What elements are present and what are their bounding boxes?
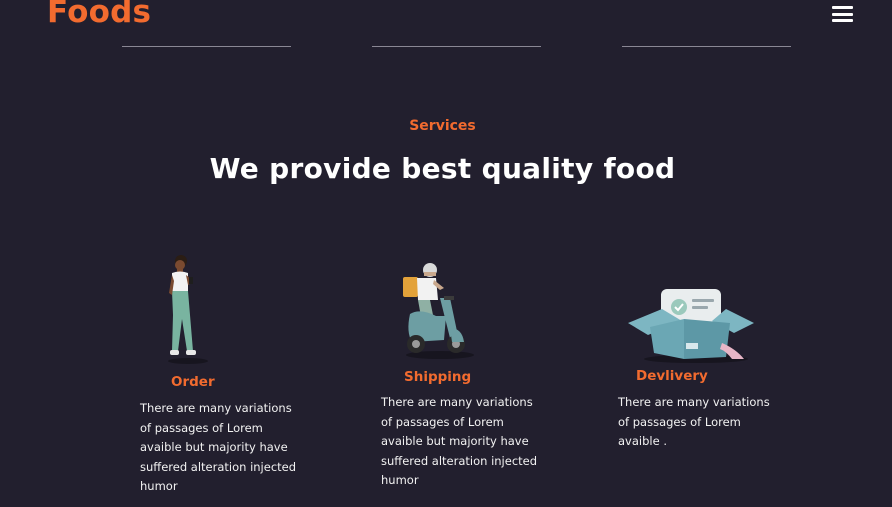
service-title-order: Order	[171, 374, 215, 390]
scooter-delivery-illustration	[403, 263, 474, 359]
menu-bar	[832, 12, 853, 16]
brand-logo[interactable]: Foods	[47, 0, 151, 30]
open-box-illustration	[628, 289, 754, 363]
hamburger-menu-icon[interactable]	[832, 6, 853, 22]
section-eyebrow: Services	[409, 118, 476, 134]
menu-bar	[832, 6, 853, 9]
divider	[122, 46, 291, 47]
service-title-shipping: Shipping	[404, 369, 472, 385]
divider	[622, 46, 791, 47]
divider	[372, 46, 541, 47]
service-description-delivery: There are many variations of passages of…	[618, 395, 770, 449]
service-description-order: There are many variations of passages of…	[140, 401, 297, 494]
section-headline: We provide best quality food	[209, 152, 676, 185]
service-title-delivery: Devlivery	[636, 368, 708, 384]
service-description-shipping: There are many variations of passages of…	[381, 395, 538, 488]
menu-bar	[832, 19, 853, 22]
person-ordering-illustration	[168, 255, 208, 364]
